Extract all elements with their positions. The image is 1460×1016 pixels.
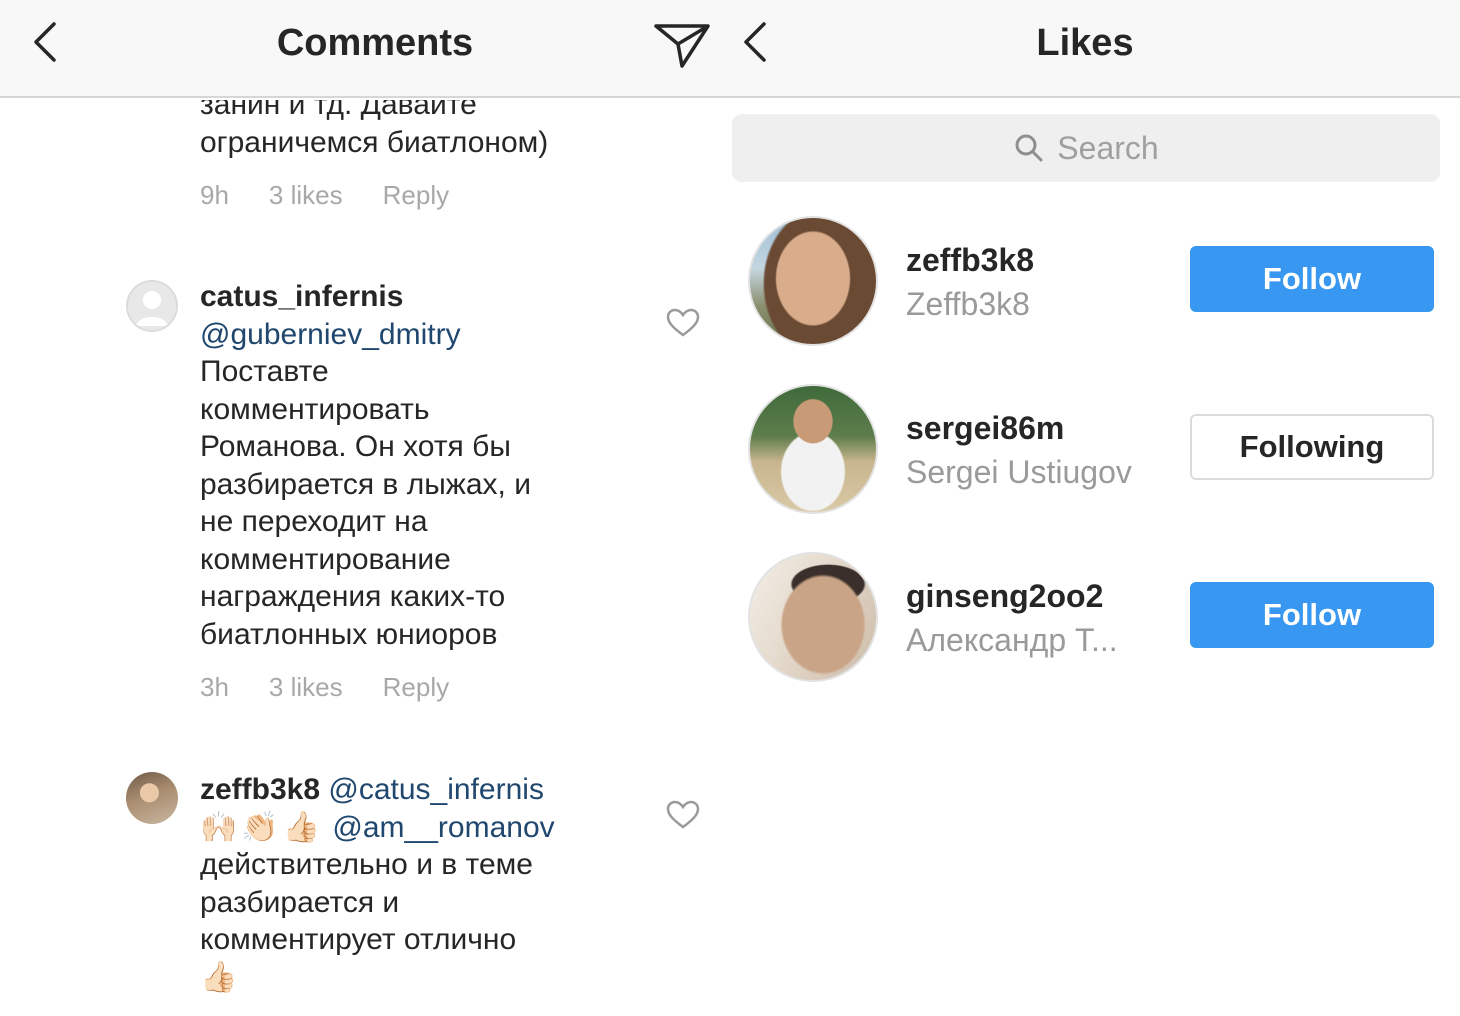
like-heart-icon[interactable] (666, 800, 700, 830)
user-username[interactable]: ginseng2oo2 (906, 578, 1103, 615)
back-chevron-icon[interactable] (740, 18, 770, 66)
following-button[interactable]: Following (1190, 414, 1434, 480)
search-input[interactable]: Search (732, 114, 1440, 182)
comment-username[interactable]: catus_infernis (200, 280, 403, 313)
follow-button[interactable]: Follow (1190, 246, 1434, 312)
top-bar: Comments Likes (0, 0, 1460, 98)
comments-title: Comments (276, 22, 474, 64)
send-icon[interactable] (652, 18, 712, 70)
comment-text: действительно и в теме разбирается и ком… (200, 848, 533, 956)
comment-username[interactable]: zeffb3k8 (200, 773, 320, 806)
follow-button[interactable]: Follow (1190, 582, 1434, 648)
avatar[interactable] (126, 280, 178, 332)
avatar[interactable] (126, 772, 178, 824)
user-username[interactable]: sergei86m (906, 410, 1064, 447)
emoji-group: 🙌🏻👏🏻👍🏻 (200, 810, 325, 844)
comment-body: catus_infernis @guberniev_dmitry Поставт… (200, 278, 640, 653)
comment-likes-link[interactable]: 3 likes (269, 180, 343, 211)
comment-time: 9h (200, 180, 229, 210)
comment-text: занин и тд. Давайте ограничемся биатлоно… (200, 100, 549, 159)
comment-meta: 9h 3 likes Reply (200, 180, 449, 211)
user-fullname: Zeffb3k8 (906, 286, 1030, 322)
likes-panel: Search zeffb3k8 Zeffb3k8 Follow sergei86… (720, 100, 1460, 1016)
user-fullname: Александр Т... (906, 622, 1118, 658)
comment-meta: 3h 3 likes Reply (200, 672, 449, 703)
reply-button[interactable]: Reply (383, 672, 449, 703)
comment-mention[interactable]: @am__romanov (332, 811, 554, 844)
reply-button[interactable]: Reply (383, 180, 449, 211)
comment-body: zeffb3k8 @catus_infernis 🙌🏻👏🏻👍🏻 @am__rom… (200, 771, 620, 996)
comments-panel: занин и тд. Давайте ограничемся биатлоно… (0, 100, 720, 1016)
user-username[interactable]: zeffb3k8 (906, 242, 1034, 279)
thumbs-up-emoji: 👍🏻 (200, 960, 242, 994)
likes-title: Likes (1036, 22, 1134, 64)
search-placeholder: Search (1057, 129, 1159, 166)
search-icon (1015, 134, 1043, 162)
list-item: ginseng2oo2 Александр Т... Follow (720, 552, 1460, 684)
avatar[interactable] (748, 216, 878, 346)
list-item: zeffb3k8 Zeffb3k8 Follow (720, 216, 1460, 348)
avatar[interactable] (748, 552, 878, 682)
comment-time: 3h (200, 672, 229, 702)
comment-likes-link[interactable]: 3 likes (269, 672, 343, 703)
comment-text: Поставте комментировать Романова. Он хот… (200, 355, 531, 651)
comment-mention[interactable]: @guberniev_dmitry (200, 318, 461, 351)
user-fullname: Sergei Ustiugov (906, 454, 1132, 490)
like-heart-icon[interactable] (666, 308, 700, 338)
comment-mention[interactable]: @catus_infernis (328, 773, 544, 806)
avatar[interactable] (748, 384, 878, 514)
back-chevron-icon[interactable] (30, 18, 60, 66)
list-item: sergei86m Sergei Ustiugov Following (720, 384, 1460, 516)
